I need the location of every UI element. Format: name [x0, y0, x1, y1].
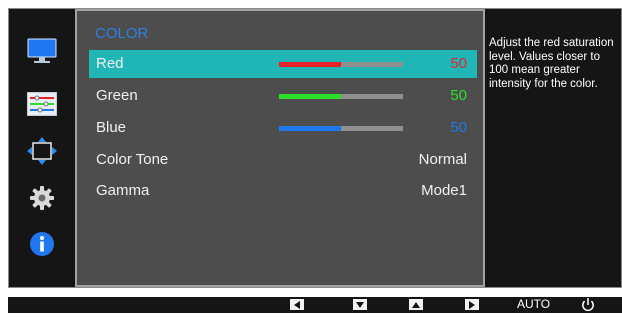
left-arrow-icon[interactable] [290, 299, 304, 310]
menu-item-value: Mode1 [421, 182, 467, 199]
menu-item-green[interactable]: Green 50 [89, 82, 477, 110]
menu-item-label: Red [96, 55, 124, 72]
blue-level-bar[interactable] [279, 126, 403, 131]
menu-item-label: Green [96, 87, 138, 104]
resize-arrows-icon[interactable] [27, 136, 57, 166]
menu-title: COLOR [95, 25, 149, 42]
menu-item-color-tone[interactable]: Color Tone Normal [89, 146, 477, 174]
button-guide-bar: AUTO [8, 297, 622, 313]
blue-level-fill [279, 126, 341, 131]
menu-item-value: Normal [418, 151, 467, 168]
help-text: Adjust the red saturation level. Values … [489, 37, 614, 90]
menu-item-value: 50 [450, 87, 467, 104]
green-level-fill [279, 94, 341, 99]
monitor-icon[interactable] [27, 36, 57, 66]
menu-item-value: 50 [450, 119, 467, 136]
auto-button[interactable]: AUTO [517, 297, 550, 311]
menu-rail [9, 9, 74, 287]
menu-item-red[interactable]: Red 50 [89, 50, 477, 78]
menu-item-label: Gamma [96, 182, 150, 199]
green-level-bar[interactable] [279, 94, 403, 99]
color-menu-panel: COLOR Red 50 Green 50 Blue 50 Color Tone… [75, 9, 485, 287]
sliders-icon[interactable] [27, 89, 57, 119]
down-arrow-icon[interactable] [353, 299, 367, 310]
menu-item-gamma[interactable]: Gamma Mode1 [89, 177, 477, 205]
menu-item-blue[interactable]: Blue 50 [89, 114, 477, 142]
up-arrow-icon[interactable] [409, 299, 423, 310]
help-panel: Adjust the red saturation level. Values … [486, 9, 621, 287]
menu-item-value: 50 [450, 55, 467, 72]
power-icon[interactable] [580, 297, 596, 313]
right-arrow-icon[interactable] [465, 299, 479, 310]
red-level-bar[interactable] [279, 62, 403, 67]
menu-item-label: Blue [96, 119, 127, 136]
menu-item-label: Color Tone [96, 151, 169, 168]
gear-icon[interactable] [27, 183, 57, 213]
red-level-fill [279, 62, 341, 67]
info-icon[interactable] [27, 229, 57, 259]
